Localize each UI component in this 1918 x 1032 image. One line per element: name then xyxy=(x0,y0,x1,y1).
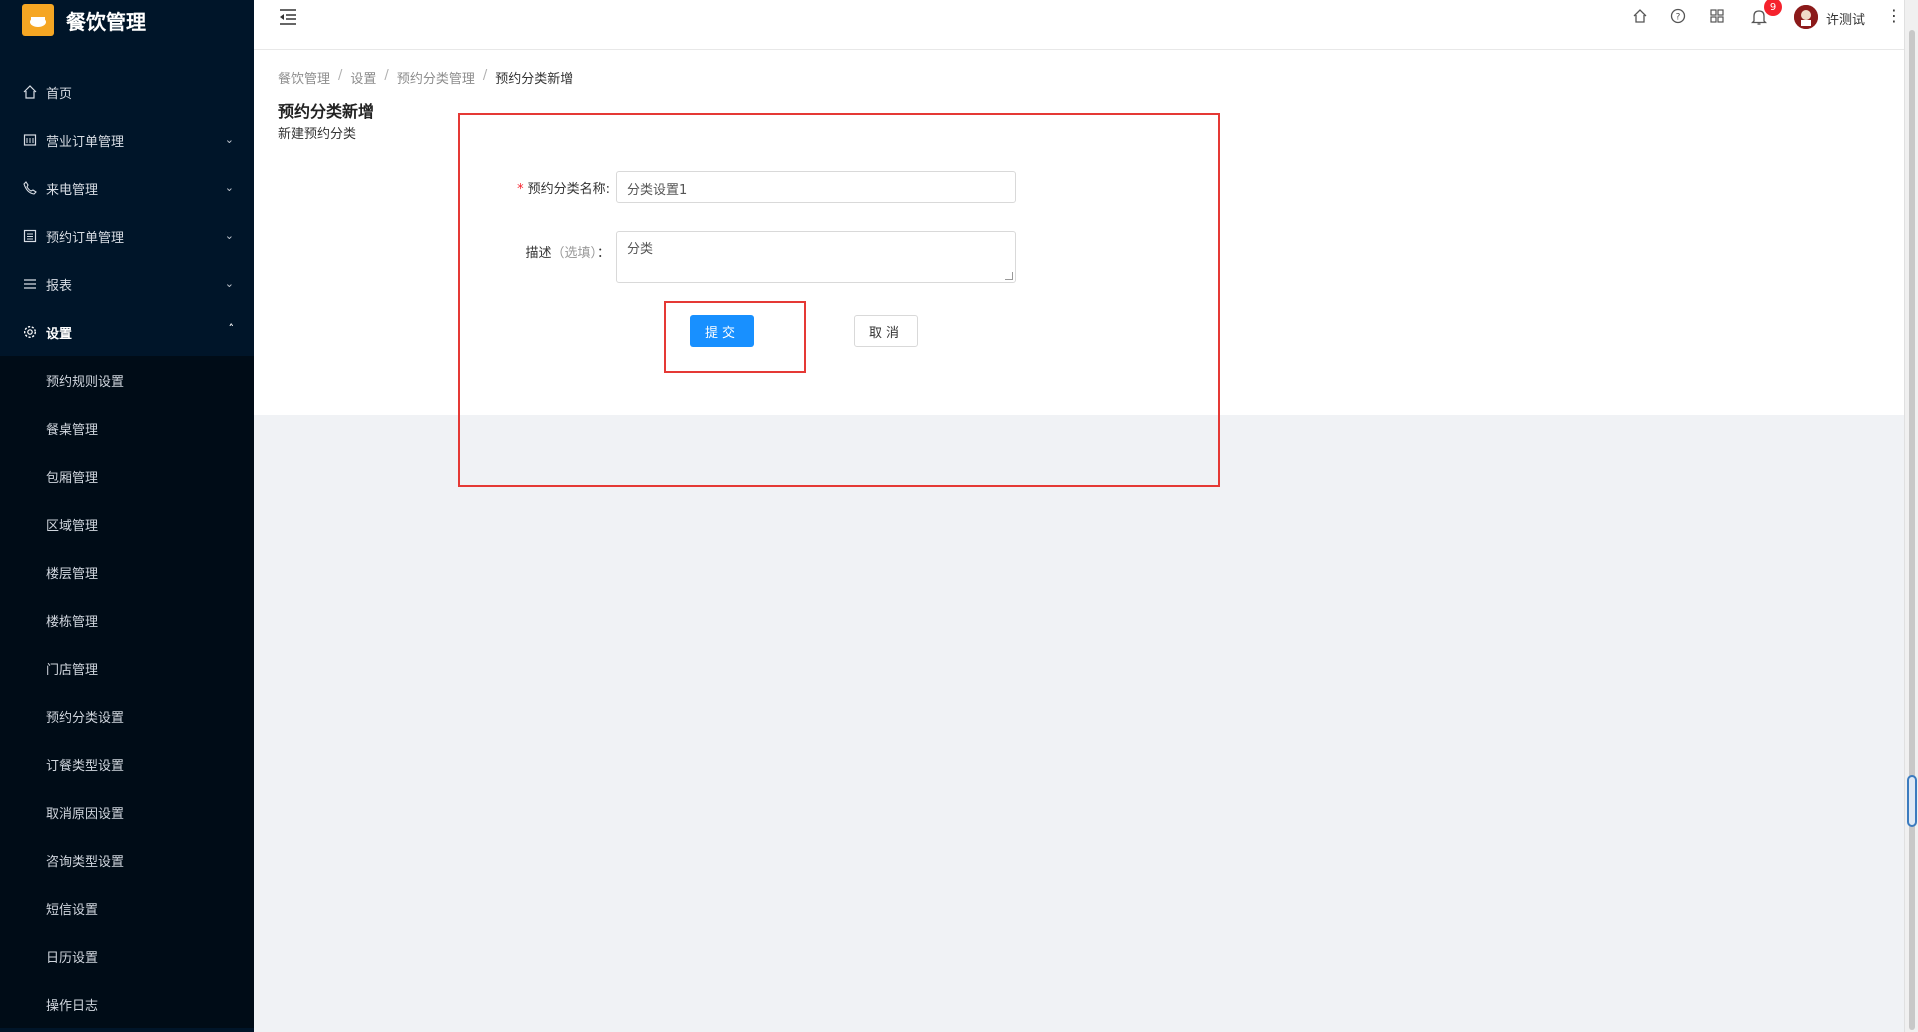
chevron-up-icon: ˄ xyxy=(228,322,235,335)
sidebar-item-label: 预约订单管理 xyxy=(46,230,125,246)
list-icon xyxy=(22,228,38,244)
sidebar-subitem-operation-log[interactable]: 操作日志 xyxy=(0,980,254,1028)
sidebar-subitem-tables[interactable]: 餐桌管理 xyxy=(0,404,254,452)
apps-icon[interactable] xyxy=(1709,8,1727,26)
sidebar-item-calls[interactable]: 来电管理 ⌄ xyxy=(0,164,254,212)
sidebar-subitem-sms[interactable]: 短信设置 xyxy=(0,884,254,932)
sidebar-subitem-buildings[interactable]: 楼栋管理 xyxy=(0,596,254,644)
sidebar-item-reservation-orders[interactable]: 预约订单管理 ⌄ xyxy=(0,212,254,260)
breadcrumb-separator: / xyxy=(384,68,389,83)
help-icon[interactable]: ? xyxy=(1670,8,1688,26)
sidebar-item-business-orders[interactable]: 营业订单管理 ⌄ xyxy=(0,116,254,164)
avatar[interactable] xyxy=(1794,5,1818,29)
sidebar-subitem-calendar[interactable]: 日历设置 xyxy=(0,932,254,980)
username[interactable]: 许测试 xyxy=(1826,9,1865,28)
collapse-menu-icon[interactable] xyxy=(278,8,298,28)
sidebar-subitem-reservation-categories[interactable]: 预约分类设置 xyxy=(0,692,254,740)
sidebar-subitem-areas[interactable]: 区域管理 xyxy=(0,500,254,548)
chevron-down-icon: ⌄ xyxy=(224,229,234,242)
sidebar-subitem-cancel-reasons[interactable]: 取消原因设置 xyxy=(0,788,254,836)
breadcrumb-item[interactable]: 设置 xyxy=(350,68,376,87)
page-title: 预约分类新增 xyxy=(278,102,375,121)
breadcrumb-separator: / xyxy=(338,68,343,83)
calendar-icon xyxy=(22,132,38,148)
chevron-down-icon: ⌄ xyxy=(224,133,234,146)
app-title: 餐饮管理 xyxy=(66,9,146,34)
chevron-down-icon: ⌄ xyxy=(224,181,234,194)
home-icon[interactable] xyxy=(1632,8,1650,26)
sidebar-item-label: 来电管理 xyxy=(46,182,99,198)
sidebar-subitem-stores[interactable]: 门店管理 xyxy=(0,644,254,692)
settings-submenu: 预约规则设置 餐桌管理 包厢管理 区域管理 楼层管理 楼栋管理 门店管理 预约分… xyxy=(0,356,254,1028)
svg-text:?: ? xyxy=(1676,13,1681,23)
breadcrumb-item[interactable]: 预约分类管理 xyxy=(397,68,475,87)
breadcrumb: 餐饮管理 / 设置 / 预约分类管理 / 预约分类新增 xyxy=(278,68,573,87)
top-header: ? 9 许测试 ⋮ xyxy=(254,0,1904,50)
home-icon xyxy=(22,84,38,100)
scrollbar[interactable] xyxy=(1904,0,1918,1032)
sidebar: 餐饮管理 首页 营业订单管理 ⌄ 来电管理 ⌄ 预约订单管理 ⌄ 报表 ⌄ 设置… xyxy=(0,0,254,1032)
phone-icon xyxy=(22,180,38,196)
breadcrumb-current: 预约分类新增 xyxy=(495,72,574,87)
highlight-box-submit xyxy=(664,301,806,373)
sidebar-subitem-reservation-rules[interactable]: 预约规则设置 xyxy=(0,356,254,404)
sidebar-item-label: 营业订单管理 xyxy=(46,134,125,150)
scrollbar-track[interactable] xyxy=(1909,30,1915,1030)
more-icon[interactable]: ⋮ xyxy=(1886,6,1902,25)
scrollbar-thumb[interactable] xyxy=(1907,775,1917,827)
gear-icon xyxy=(22,324,38,340)
logo-icon xyxy=(22,4,54,36)
menu-icon xyxy=(22,276,38,292)
sidebar-subitem-private-rooms[interactable]: 包厢管理 xyxy=(0,452,254,500)
chevron-down-icon: ⌄ xyxy=(224,277,234,290)
notification-badge: 9 xyxy=(1764,0,1782,16)
sidebar-item-label: 首页 xyxy=(46,86,73,102)
highlight-box-form xyxy=(458,113,1220,487)
sidebar-subitem-order-types[interactable]: 订餐类型设置 xyxy=(0,740,254,788)
breadcrumb-item[interactable]: 餐饮管理 xyxy=(278,68,330,87)
breadcrumb-separator: / xyxy=(482,68,488,83)
sidebar-menu: 首页 营业订单管理 ⌄ 来电管理 ⌄ 预约订单管理 ⌄ 报表 ⌄ 设置 ˄ 预约… xyxy=(0,68,254,1028)
sidebar-subitem-inquiry-types[interactable]: 咨询类型设置 xyxy=(0,836,254,884)
page-description: 新建预约分类 xyxy=(278,127,357,142)
logo: 餐饮管理 xyxy=(0,0,254,40)
sidebar-item-reports[interactable]: 报表 ⌄ xyxy=(0,260,254,308)
sidebar-item-home[interactable]: 首页 xyxy=(0,68,254,116)
sidebar-item-label: 报表 xyxy=(46,278,73,294)
sidebar-item-label: 设置 xyxy=(46,326,73,342)
sidebar-item-settings[interactable]: 设置 ˄ xyxy=(0,308,254,356)
sidebar-subitem-floors[interactable]: 楼层管理 xyxy=(0,548,254,596)
